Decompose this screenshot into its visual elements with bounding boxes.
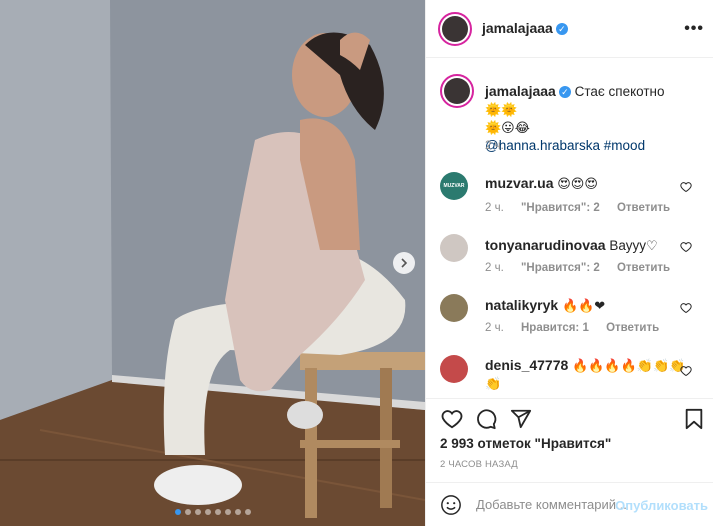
- bookmark-icon[interactable]: [684, 408, 704, 430]
- heart-icon[interactable]: [680, 365, 692, 377]
- heart-icon[interactable]: [680, 302, 692, 314]
- comment-likes[interactable]: "Нравится": 2: [521, 262, 600, 274]
- heart-icon[interactable]: [680, 181, 692, 193]
- smile-icon[interactable]: [440, 494, 462, 516]
- comment-reply-button[interactable]: Ответить: [617, 202, 670, 214]
- comment-reply-button[interactable]: Ответить: [606, 322, 659, 334]
- publish-button[interactable]: Опубликовать: [615, 498, 708, 513]
- comment-meta: 2 ч. "Нравится": 2 Ответить: [485, 202, 684, 214]
- caption-body: Стає спекотно: [574, 84, 665, 99]
- comment-box: Опубликовать: [426, 482, 713, 526]
- comment-avatar[interactable]: [440, 294, 468, 322]
- more-icon[interactable]: •••: [684, 20, 704, 38]
- verified-icon: ✓: [558, 86, 571, 98]
- caption-username[interactable]: jamalajaaa: [485, 83, 556, 99]
- carousel-dot: [224, 509, 231, 515]
- comment-text: muzvar.ua 😍😍😍: [485, 174, 685, 193]
- carousel-dots: [0, 509, 425, 515]
- author-username-row: jamalajaaa ✓: [482, 20, 568, 36]
- posted-time: 2 ЧАСОВ НАЗАД: [440, 459, 518, 470]
- comment-username[interactable]: denis_47778: [485, 357, 568, 373]
- comment-text: denis_47778 🔥🔥🔥🔥👏👏👏 👏: [485, 356, 690, 393]
- next-photo-button[interactable]: [393, 252, 415, 274]
- comment-meta: 2 ч. "Нравится": 2 Ответить: [485, 262, 684, 274]
- comment-avatar[interactable]: [440, 355, 468, 383]
- likes-count[interactable]: 2 993 отметок "Нравится": [440, 436, 611, 451]
- chevron-right-icon: [401, 258, 408, 268]
- comment-avatar[interactable]: [440, 234, 468, 262]
- carousel-dot: [174, 509, 181, 515]
- post-header: jamalajaaa ✓ •••: [426, 0, 713, 58]
- author-username[interactable]: jamalajaaa: [482, 20, 553, 36]
- comment-text: natalikyryk 🔥🔥❤: [485, 296, 685, 315]
- comment-time: 2 ч.: [485, 322, 504, 334]
- comment-emojis: 🔥🔥❤: [561, 299, 606, 314]
- avatar-label: MUZVAR: [443, 183, 465, 189]
- comment-icon[interactable]: [474, 408, 498, 430]
- post-actions: [426, 398, 713, 438]
- comment-body: Вауyy: [609, 238, 646, 253]
- post-photo[interactable]: [0, 0, 425, 526]
- carousel-dot: [214, 509, 221, 515]
- caption-avatar[interactable]: [440, 74, 474, 108]
- carousel-dot: [234, 509, 241, 515]
- comment-input[interactable]: [476, 497, 626, 512]
- comment-username[interactable]: muzvar.ua: [485, 175, 553, 191]
- carousel-dot: [204, 509, 211, 515]
- caption-hashtag-link[interactable]: #mood: [604, 138, 645, 153]
- comment-likes[interactable]: "Нравится": 2: [521, 202, 600, 214]
- comment-text: tonyanarudinovaa Вауyy♡: [485, 236, 685, 255]
- heart-icon[interactable]: [680, 241, 692, 253]
- comment-time: 2 ч.: [485, 262, 504, 274]
- carousel-dot: [194, 509, 201, 515]
- carousel-dot: [244, 509, 251, 515]
- share-icon[interactable]: [510, 408, 532, 430]
- caption-emojis-2: 🌞😛😂: [485, 121, 530, 136]
- comment-reply-button[interactable]: Ответить: [617, 262, 670, 274]
- comment-emojis-2: 👏: [485, 377, 502, 392]
- heart-icon[interactable]: [440, 408, 464, 430]
- comment-time: 2 ч.: [485, 202, 504, 214]
- carousel-dot: [184, 509, 191, 515]
- comment-username[interactable]: tonyanarudinovaa: [485, 237, 606, 253]
- comment-emojis: 😍😍😍: [557, 177, 598, 192]
- caption-text: jamalajaaa ✓ Стає спекотно 🌞🌞 🌞😛😂 @hanna.…: [485, 82, 700, 155]
- author-avatar[interactable]: [438, 12, 472, 46]
- comment-emojis: 🔥🔥🔥🔥👏👏👏: [572, 359, 686, 374]
- caption-time: 2 ч.: [485, 140, 504, 152]
- comment-likes[interactable]: Нравится: 1: [521, 322, 589, 334]
- caption-emojis: 🌞🌞: [485, 103, 518, 118]
- comment-avatar[interactable]: MUZVAR: [440, 172, 468, 200]
- post-sidebar: jamalajaaa ✓ ••• jamalajaaa ✓ Стає спекотн…: [425, 0, 713, 526]
- comment-meta: 2 ч. Нравится: 1 Ответить: [485, 322, 673, 334]
- comment-emojis: ♡: [645, 239, 658, 254]
- comment-username[interactable]: natalikyryk: [485, 297, 558, 313]
- verified-icon: ✓: [555, 23, 568, 35]
